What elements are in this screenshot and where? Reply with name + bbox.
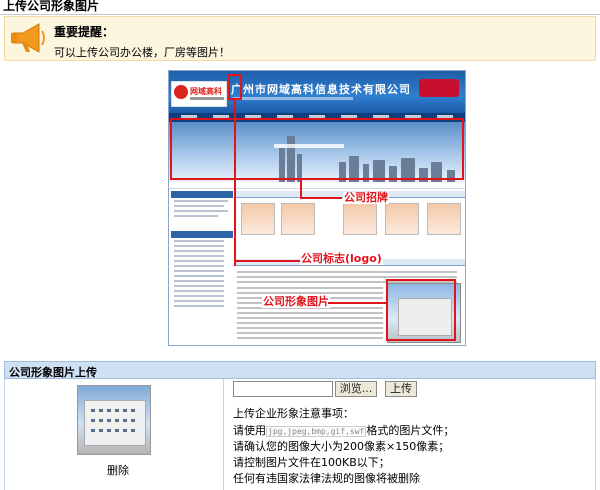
logo-callout-line-h [234,260,300,262]
banner-highlight-box [170,118,464,180]
logo-callout-label: 公司标志(logo) [300,252,383,265]
upload-note-format: 请使用 jpg,jpeg,bmp,gif,swf 格式的图片文件； [233,422,454,438]
preview-sidebar [171,191,233,345]
preview-company-name: 广州市网域高科信息技术有限公司 [231,83,411,96]
title-divider [0,14,600,15]
upload-section-title: 公司形象图片上传 [9,366,97,379]
browse-button[interactable]: 浏览... [335,381,377,397]
logo-callout-line [234,100,236,266]
logo-highlight-box [228,74,242,100]
upload-note-size: 请确认您的图像大小为200像素×150像素； [233,440,450,453]
upload-button[interactable]: 上传 [385,381,417,397]
notice-box: 重要提醒： 可以上传公司办公楼，厂房等图片！ [4,16,596,61]
notice-text: 可以上传公司办公楼，厂房等图片！ [54,46,230,59]
preview-header: 网域高科 广州市网域高科信息技术有限公司 [169,71,465,113]
note-format-inline: jpg,jpeg,bmp,gif,swf [266,425,367,437]
current-company-image [77,385,151,455]
banner-callout-line-h [300,197,342,199]
preview-logo-text: 网域高科 [190,87,222,96]
banner-callout-label: 公司招牌 [343,191,389,204]
upload-section-header: 公司形象图片上传 [4,361,596,379]
note-format-prefix: 请使用 [233,424,266,437]
upload-table: 删除 浏览... 上传 上传企业形象注意事项： 请使用 jpg,jpeg,bmp,… [4,379,596,490]
notice-heading: 重要提醒： [54,25,115,39]
upload-note-filesize: 请控制图片文件在100KB以下； [233,456,390,469]
current-image-cell: 删除 [5,379,224,490]
image-highlight-box [386,279,456,341]
upload-note-legal: 任何有违国家法律法规的图像将被删除 [233,472,420,485]
megaphone-icon [9,21,49,55]
note-format-suffix: 格式的图片文件； [366,424,455,437]
page-title: 上传公司形象图片 [3,0,100,13]
image-callout-line [328,302,386,304]
upload-notes-title: 上传企业形象注意事项： [233,407,354,420]
preview-logo: 网域高科 [171,81,227,107]
delete-image-link[interactable]: 删除 [107,462,129,478]
banner-callout-line [300,180,302,198]
image-callout-label: 公司形象图片 [262,295,330,308]
file-path-input[interactable] [233,381,333,397]
preview-badge [419,79,459,97]
